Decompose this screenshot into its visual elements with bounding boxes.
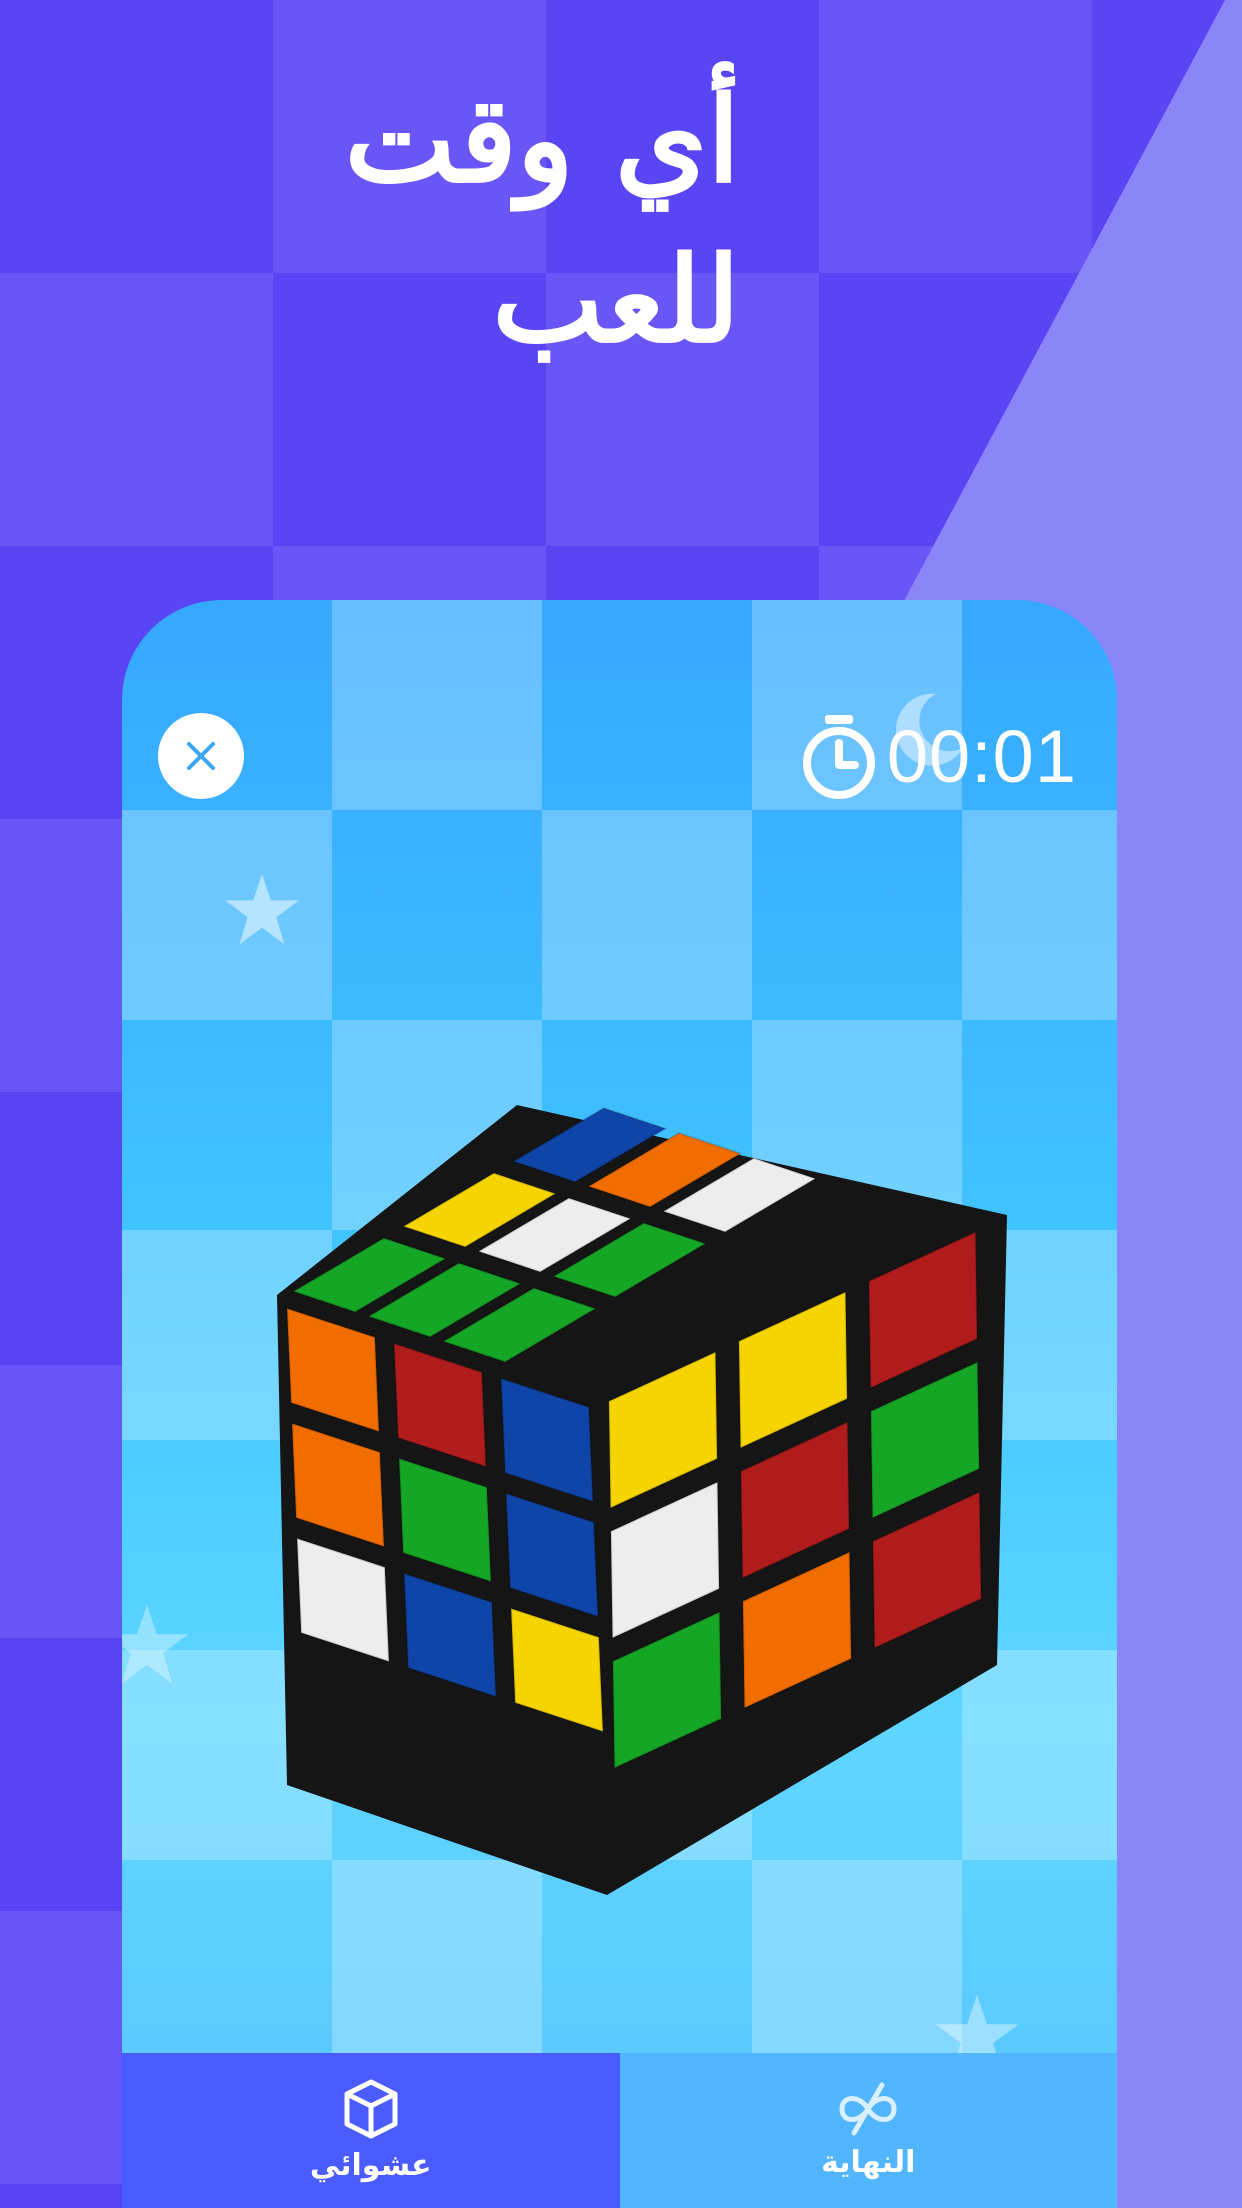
game-timer: 00:01 bbox=[799, 710, 1077, 802]
tab-end[interactable]: النهاية bbox=[619, 2053, 1117, 2208]
rubiks-cube[interactable] bbox=[217, 1095, 1017, 1935]
cube-icon bbox=[344, 2079, 398, 2139]
bottom-mode-bar: عشوائي النهاية bbox=[122, 2053, 1117, 2208]
game-screen: 00:01 عشوائي النهاية bbox=[122, 600, 1117, 2208]
tab-end-label: النهاية bbox=[821, 2145, 916, 2180]
promo-headline: أي وقت للعب bbox=[344, 70, 740, 369]
stopwatch-icon bbox=[802, 715, 875, 799]
star-decoration bbox=[225, 874, 299, 945]
tab-random-label: عشوائي bbox=[309, 2148, 432, 2183]
timer-value: 00:01 bbox=[886, 714, 1077, 798]
close-button[interactable] bbox=[158, 713, 244, 799]
rubiks-cube-graphic bbox=[277, 1105, 1007, 1895]
tab-random[interactable]: عشوائي bbox=[122, 2053, 620, 2208]
star-decoration bbox=[122, 1604, 189, 1684]
close-icon bbox=[187, 742, 215, 770]
infinity-off-icon bbox=[839, 2082, 897, 2136]
